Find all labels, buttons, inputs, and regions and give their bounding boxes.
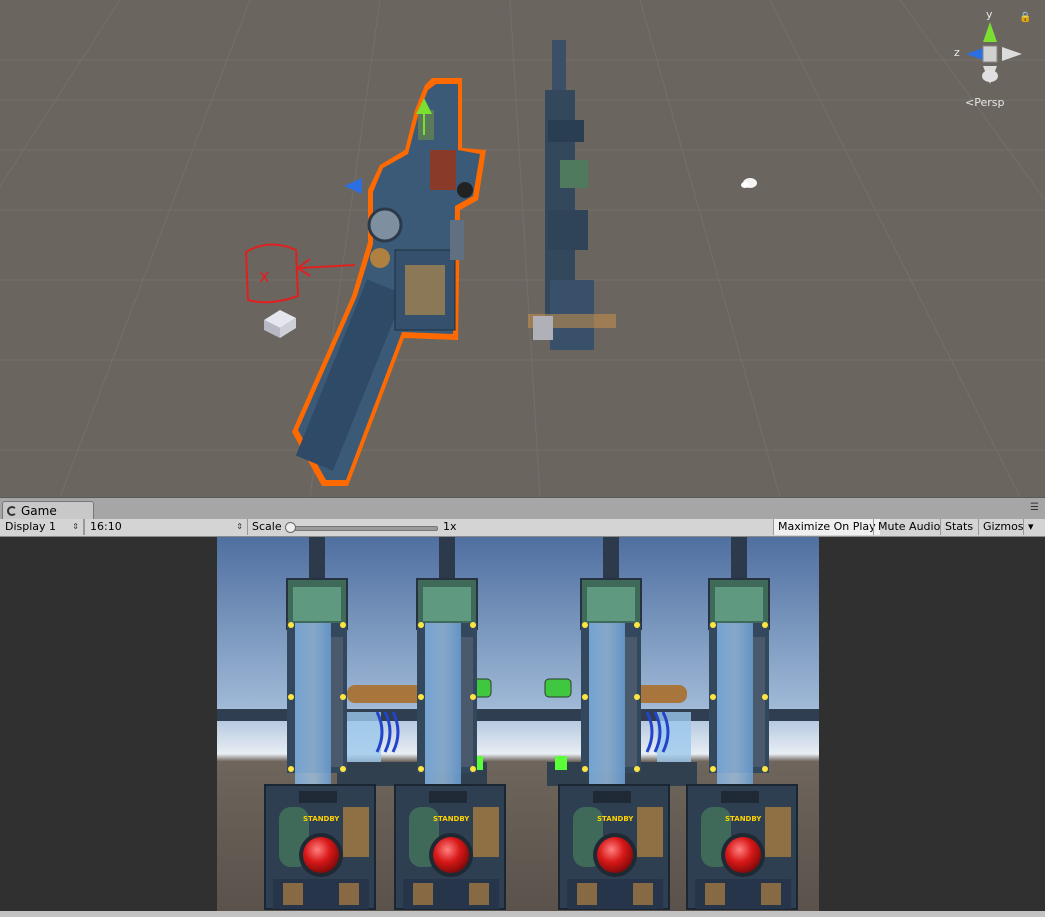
gizmo-z-label: z xyxy=(954,46,960,59)
gizmo-y-label: y xyxy=(986,8,993,21)
game-viewport[interactable]: STANDBY STANDBY STANDBY STANDBY xyxy=(217,537,819,911)
dropdown-arrow-icon: ▾ xyxy=(1028,520,1034,533)
glass-right xyxy=(657,712,691,762)
gizmos-button[interactable]: Gizmos xyxy=(978,519,1024,535)
tab-menu-icon[interactable]: ☰ xyxy=(1030,502,1039,513)
aspect-select[interactable]: 16:10 ⇕ xyxy=(84,519,248,535)
projection-label: Persp xyxy=(974,96,1005,109)
scale-value: 1x xyxy=(443,520,457,533)
gizmos-dropdown[interactable]: ▾ xyxy=(1023,519,1045,535)
stats-button[interactable]: Stats xyxy=(940,519,977,535)
annotation-x: x xyxy=(259,266,270,287)
tab-game[interactable]: Game xyxy=(2,501,94,521)
display-select[interactable]: Display 1 ⇕ xyxy=(0,519,84,535)
tab-game-label: Game xyxy=(21,504,57,518)
updown-arrow-icon: ⇕ xyxy=(236,522,243,531)
standby-sign-4: STANDBY xyxy=(725,815,762,823)
game-controller-icon xyxy=(7,506,17,516)
lock-icon[interactable]: 🔒 xyxy=(1019,12,1031,23)
game-render: STANDBY STANDBY STANDBY STANDBY xyxy=(217,537,819,911)
scale-slider-handle[interactable] xyxy=(285,522,296,533)
game-toolbar: Display 1 ⇕ 16:10 ⇕ Scale 1x Maximize On… xyxy=(0,519,1045,537)
standby-sign-3: STANDBY xyxy=(597,815,634,823)
game-tab-bar: Game ☰ xyxy=(0,497,1045,521)
orientation-gizmo[interactable] xyxy=(966,22,1022,84)
selected-machine[interactable] xyxy=(292,78,486,486)
machine-row[interactable] xyxy=(528,40,616,350)
ground-grid xyxy=(0,0,1045,497)
projection-toggle[interactable]: <Persp xyxy=(965,96,1004,109)
glass-left xyxy=(347,712,381,762)
bottom-border xyxy=(0,911,1045,917)
mute-audio-button[interactable]: Mute Audio xyxy=(873,519,944,535)
scale-label: Scale xyxy=(252,520,282,533)
scene-canvas[interactable]: x xyxy=(0,0,1045,497)
display-select-value: Display 1 xyxy=(5,520,57,533)
cube-object[interactable] xyxy=(264,310,296,338)
aspect-select-value: 16:10 xyxy=(90,520,122,533)
scale-slider-track[interactable] xyxy=(288,526,438,531)
updown-arrow-icon: ⇕ xyxy=(72,522,79,531)
standby-sign-1: STANDBY xyxy=(303,815,340,823)
maximize-on-play-button[interactable]: Maximize On Play xyxy=(773,519,880,535)
standby-sign-2: STANDBY xyxy=(433,815,470,823)
green-coil-right xyxy=(544,678,572,698)
green-light-right xyxy=(555,756,567,770)
light-icon[interactable] xyxy=(741,178,757,188)
chevron-left-icon: < xyxy=(965,96,975,109)
scene-view[interactable]: x y z 🔒 <Persp xyxy=(0,0,1045,497)
